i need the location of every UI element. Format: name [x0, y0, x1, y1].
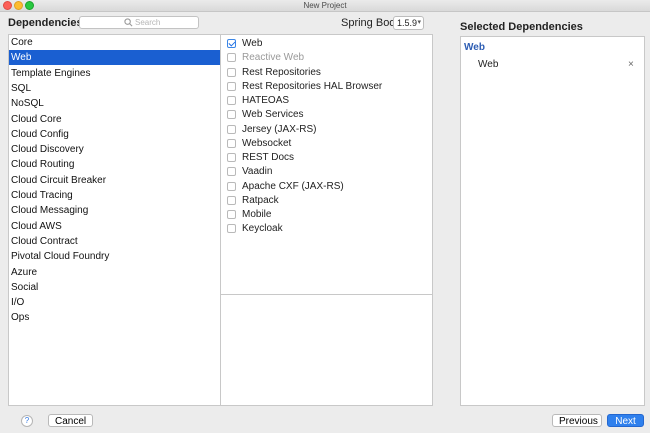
previous-button[interactable]: Previous — [552, 414, 602, 427]
dependency-label: Rest Repositories HAL Browser — [242, 80, 383, 92]
category-item[interactable]: Template Engines — [9, 66, 220, 81]
dependency-checkbox[interactable] — [227, 224, 236, 234]
dependency-label: Vaadin — [242, 166, 273, 178]
dependency-label: HATEOAS — [242, 95, 290, 106]
dependency-label: Websocket — [242, 137, 292, 149]
search-input[interactable] — [135, 17, 195, 28]
selected-dependencies-header: Selected Dependencies — [460, 21, 583, 33]
category-item[interactable]: I/O — [9, 295, 220, 310]
dependency-checkbox[interactable] — [227, 110, 236, 120]
next-button[interactable]: Next — [607, 414, 644, 427]
title-bar: New Project — [0, 0, 650, 12]
search-icon — [124, 18, 133, 27]
help-button[interactable]: ? — [21, 415, 33, 427]
category-item[interactable]: Core — [9, 35, 220, 50]
dependency-checkbox[interactable] — [227, 67, 236, 77]
category-item[interactable]: Cloud Tracing — [9, 188, 220, 203]
dependency-label: Ratpack — [242, 194, 279, 206]
category-list: Core Web Template Engines SQL NoSQL Cloud Cor… — [8, 34, 221, 406]
dependency-label: Mobile — [242, 209, 272, 220]
dependency-label: Web Services — [242, 109, 304, 121]
dependency-checkbox[interactable] — [227, 210, 236, 219]
category-item[interactable]: Cloud Contract — [9, 234, 220, 249]
category-item[interactable]: Web — [9, 50, 220, 66]
dependency-checkbox[interactable] — [227, 81, 236, 91]
category-item[interactable]: Azure — [9, 265, 220, 280]
category-item[interactable]: Cloud AWS — [9, 219, 220, 234]
category-item[interactable]: SQL — [9, 81, 220, 96]
category-item[interactable]: Cloud Discovery — [9, 142, 220, 157]
description-divider — [221, 294, 432, 295]
dependency-checkbox[interactable] — [227, 181, 236, 191]
category-item[interactable]: Ops — [9, 310, 220, 325]
search-box[interactable] — [79, 16, 199, 29]
dependency-label: Rest Repositories — [242, 66, 321, 78]
category-item[interactable]: Cloud Routing — [9, 157, 220, 172]
selected-item-label: Web — [478, 59, 499, 70]
dependency-checkbox[interactable] — [227, 96, 236, 105]
dependency-label: Jersey (JAX-RS) — [242, 123, 317, 135]
category-item[interactable]: NoSQL — [9, 96, 220, 111]
selected-group-label: Web — [464, 42, 485, 53]
dependencies-header: Dependencies — [8, 17, 83, 29]
dependency-label: Reactive Web — [242, 52, 305, 64]
dependency-label: Keycloak — [242, 223, 283, 235]
selected-dependencies-panel: Web Web × — [460, 36, 645, 406]
category-item[interactable]: Cloud Circuit Breaker — [9, 173, 220, 188]
spring-boot-version-value: 1.5.9 — [397, 18, 418, 28]
dependency-list: Web Reactive Web Rest Repositories Rest Rep… — [220, 34, 433, 406]
category-item[interactable]: Cloud Core — [9, 112, 220, 127]
remove-icon[interactable]: × — [628, 59, 634, 70]
dependency-checkbox[interactable] — [227, 138, 236, 148]
dependency-checkbox[interactable] — [227, 39, 236, 48]
category-item[interactable]: Cloud Config — [9, 127, 220, 142]
dependency-label: REST Docs — [242, 152, 295, 163]
chevron-down-icon: ▾ — [417, 19, 421, 26]
dependency-checkbox[interactable] — [227, 153, 236, 162]
dependency-checkbox[interactable] — [227, 195, 236, 205]
dependency-checkbox[interactable] — [227, 167, 236, 177]
spring-boot-label: Spring Boot — [341, 17, 399, 29]
dependency-checkbox[interactable] — [227, 124, 236, 134]
category-item[interactable]: Pivotal Cloud Foundry — [9, 249, 220, 264]
category-item[interactable]: Cloud Messaging — [9, 203, 220, 218]
dependency-checkbox — [227, 53, 236, 63]
spring-boot-version-select[interactable]: 1.5.9 ▾ — [393, 16, 424, 30]
cancel-button[interactable]: Cancel — [48, 414, 93, 427]
window-title: New Project — [303, 1, 347, 10]
category-item[interactable]: Social — [9, 280, 220, 295]
dependency-label: Web — [242, 38, 263, 49]
dependency-label: Apache CXF (JAX-RS) — [242, 180, 344, 192]
